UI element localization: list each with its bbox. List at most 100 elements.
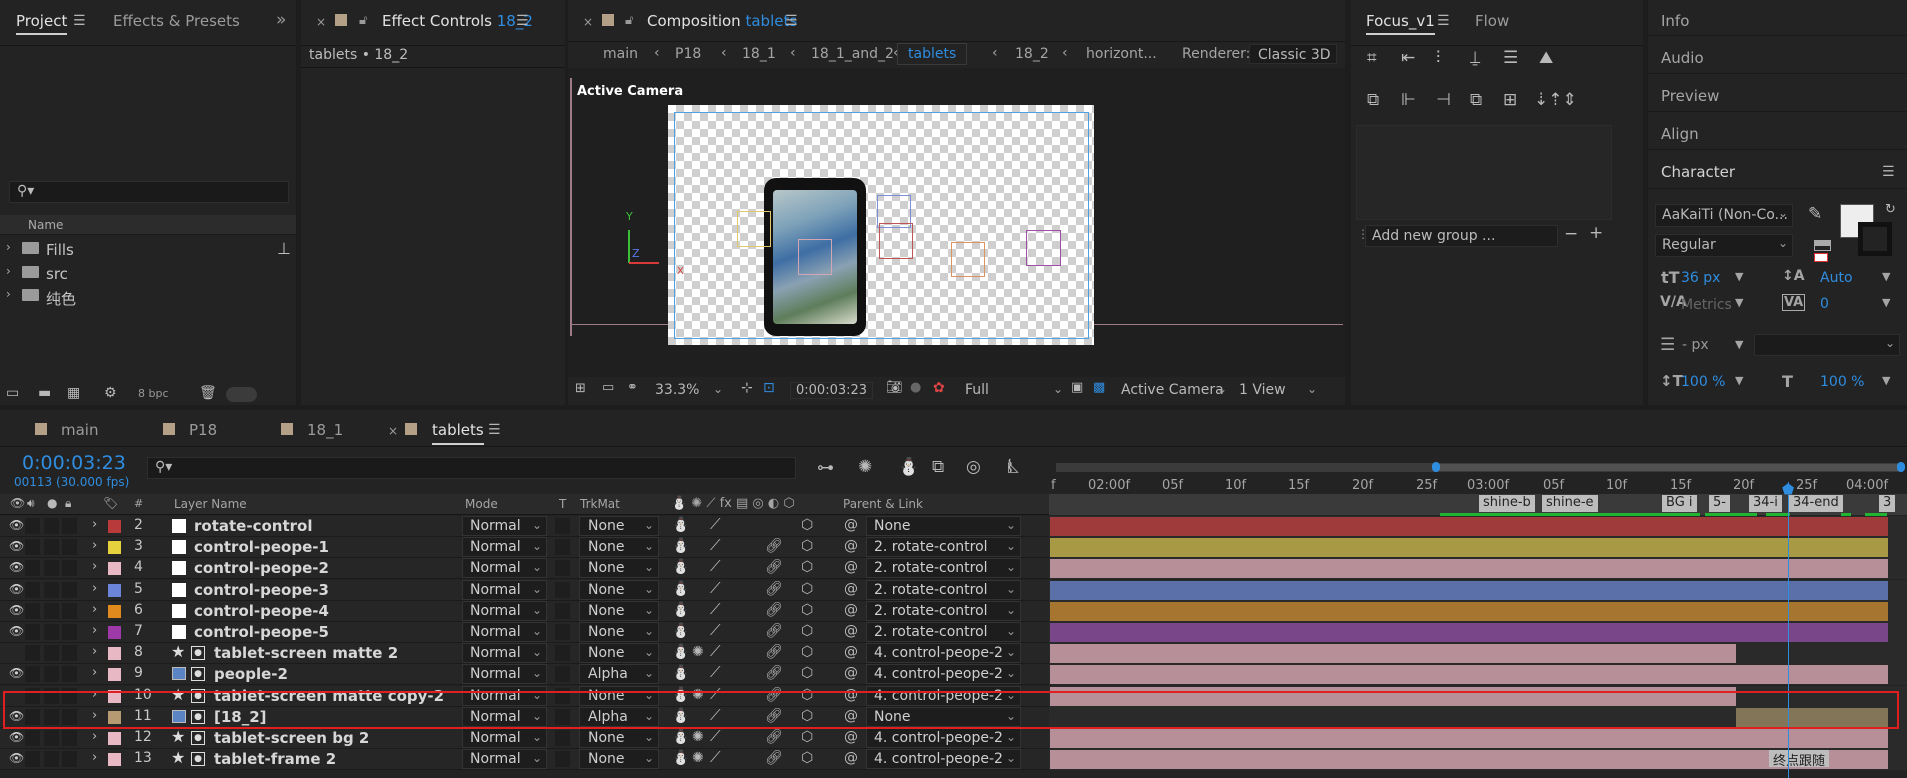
audio-panel-tab[interactable]: Audio: [1648, 37, 1907, 74]
preserve-transparency-toggle[interactable]: [555, 539, 570, 556]
mountain-icon[interactable]: ⛰: [1539, 50, 1553, 67]
parent-dropdown[interactable]: 2. rotate-control ⌄: [866, 579, 1021, 600]
info-panel-tab[interactable]: Info: [1648, 0, 1907, 36]
duplicate-icon[interactable]: ⧉: [1470, 92, 1482, 109]
caret-down-icon[interactable]: ▼: [1882, 374, 1890, 387]
caret-down-icon[interactable]: ▼: [1735, 374, 1743, 387]
parent-dropdown[interactable]: 2. rotate-control ⌄: [866, 622, 1021, 642]
align-panel-tab[interactable]: Align: [1648, 113, 1907, 150]
lock-toggle[interactable]: [62, 730, 77, 746]
layer-name[interactable]: control-peope-2: [194, 559, 329, 577]
3d-layer-switch-icon[interactable]: ⬡: [801, 603, 813, 617]
layer-name[interactable]: control-peope-3: [194, 581, 329, 599]
parent-dropdown[interactable]: None ⌄: [866, 516, 1021, 536]
viewer-timecode[interactable]: 0:00:03:23: [790, 382, 874, 399]
kerning-value[interactable]: Metrics: [1681, 297, 1732, 313]
playhead-line[interactable]: [1788, 482, 1789, 778]
layer-name[interactable]: people-2: [214, 665, 288, 683]
comp-marker[interactable]: 34-end: [1789, 495, 1843, 512]
lock-toggle[interactable]: [62, 518, 77, 534]
visibility-eye-icon[interactable]: 👁︎: [9, 561, 24, 573]
no-fill-icon[interactable]: [1814, 240, 1831, 251]
layer-track[interactable]: 终点跟随: [1049, 749, 1907, 771]
layer-track[interactable]: [1049, 664, 1907, 686]
visibility-eye-icon[interactable]: 👁︎: [9, 731, 24, 743]
mask-visibility-icon[interactable]: ⚭: [627, 381, 638, 394]
transparency-grid-icon[interactable]: ▩: [1093, 381, 1105, 394]
3d-layer-switch-icon[interactable]: ⬡: [801, 624, 813, 638]
3d-layer-switch-icon[interactable]: ⬡: [801, 666, 813, 680]
chevron-right-icon[interactable]: ›: [92, 624, 97, 637]
mode-dropdown[interactable]: Normal ⌄: [462, 600, 547, 621]
motion-blur-switch-icon[interactable]: 🔗︎: [765, 624, 783, 638]
layer-track[interactable]: [1049, 558, 1907, 580]
layer-name[interactable]: tablet-frame 2: [214, 750, 336, 768]
label-color-swatch[interactable]: [108, 732, 121, 745]
name-column-header[interactable]: Name: [28, 218, 63, 232]
control-box-purple[interactable]: [1026, 230, 1061, 266]
pick-whip-icon[interactable]: @: [844, 518, 858, 532]
project-search-input[interactable]: ⚲▾: [9, 181, 289, 203]
project-list-item[interactable]: › Fills ⊥: [0, 238, 296, 260]
mode-dropdown[interactable]: Normal ⌄: [462, 537, 547, 558]
label-color-swatch[interactable]: [108, 583, 121, 597]
menu-icon[interactable]: ☰: [516, 13, 529, 29]
eye-icon[interactable]: 👁︎: [10, 497, 25, 509]
trkmat-dropdown[interactable]: None ⌄: [579, 537, 659, 558]
composition-viewer[interactable]: Active Camera Y X Z: [568, 68, 1345, 377]
character-header[interactable]: Character ☰: [1648, 151, 1907, 189]
caret-down-icon[interactable]: ▼: [1882, 296, 1890, 309]
shy-switch-icon[interactable]: ⛄: [672, 560, 689, 574]
layer-duration-bar[interactable]: [1050, 665, 1888, 685]
layer-track[interactable]: [1049, 643, 1907, 665]
preserve-transparency-toggle[interactable]: [555, 581, 570, 598]
views-dropdown[interactable]: 1 View ⌄: [1235, 381, 1321, 401]
trkmat-dropdown[interactable]: None ⌄: [579, 622, 659, 642]
mode-dropdown[interactable]: Normal ⌄: [462, 728, 547, 748]
lock-toggle[interactable]: [62, 624, 77, 640]
collapse-switch-icon[interactable]: ✺: [692, 730, 704, 744]
interpret-footage-icon[interactable]: ▭: [6, 386, 19, 400]
tab-flow[interactable]: Flow: [1475, 12, 1509, 30]
layer-row[interactable]: 👁︎ › 13 ★ ● tablet-frame 2 Normal ⌄ None ⌄ ⛄ ✺ ⟋ 🔗︎ ⬡ @…: [0, 748, 1049, 771]
trkmat-dropdown[interactable]: None ⌄: [579, 643, 659, 664]
eyedropper-icon[interactable]: ✎: [1808, 206, 1822, 223]
layer-row[interactable]: 👁︎ › 5 control-peope-3 Normal ⌄ None ⌄ ⛄ ⟋ 🔗︎ ⬡ @2. …: [0, 579, 1049, 601]
shy-switch-icon[interactable]: ⛄: [672, 518, 689, 532]
label-color-swatch[interactable]: [108, 604, 121, 618]
marker-track[interactable]: shine-b shine-e BG i 5- 34-i 34-end 3: [1049, 494, 1907, 516]
pick-whip-icon[interactable]: @: [844, 624, 858, 638]
layer-duration-bar[interactable]: [1050, 750, 1888, 770]
audio-toggle[interactable]: [25, 751, 40, 768]
trkmat-column-header[interactable]: TrkMat: [580, 497, 620, 511]
vertical-scale-value[interactable]: 100 %: [1681, 374, 1725, 390]
comp-mini-flowchart-icon[interactable]: ⊶: [817, 460, 834, 477]
preserve-transparency-toggle[interactable]: [555, 751, 570, 768]
comp-marker[interactable]: BG i: [1662, 495, 1697, 512]
chevron-right-icon[interactable]: ›: [92, 518, 97, 531]
label-color-swatch[interactable]: [108, 668, 121, 682]
anchor-icon[interactable]: ⌗: [1367, 50, 1377, 67]
3d-layer-switch-icon[interactable]: ⬡: [801, 645, 813, 659]
layer-row[interactable]: 👁︎ › 12 ★ ● tablet-screen bg 2 Normal ⌄ None ⌄ ⛄ ✺ ⟋…: [0, 727, 1049, 749]
parent-dropdown[interactable]: 4. control-peope-2 ⌄: [866, 643, 1021, 664]
chevron-right-icon[interactable]: ›: [92, 730, 97, 743]
shy-switch-icon[interactable]: ⛄: [672, 624, 689, 638]
preserve-transparency-toggle[interactable]: [555, 602, 570, 619]
tab-effects-presets[interactable]: Effects & Presets: [113, 12, 240, 30]
preview-panel-tab[interactable]: Preview: [1648, 75, 1907, 112]
tab-18-1[interactable]: 18_1: [307, 421, 343, 439]
caret-down-icon[interactable]: ▼: [1882, 270, 1890, 283]
new-folder-icon[interactable]: ▬: [38, 386, 51, 400]
split-icon[interactable]: ⊩: [1401, 92, 1416, 109]
mode-dropdown[interactable]: Normal ⌄: [462, 558, 547, 579]
t-column-header[interactable]: T: [559, 497, 566, 511]
renderer-dropdown[interactable]: Classic 3D: [1249, 44, 1337, 64]
pick-whip-icon[interactable]: @: [844, 751, 858, 765]
parent-dropdown[interactable]: 4. control-peope-2 ⌄: [866, 749, 1021, 770]
layer-name-column-header[interactable]: Layer Name: [174, 497, 247, 511]
layer-name[interactable]: control-peope-1: [194, 538, 329, 556]
stroke-type-dropdown[interactable]: ⌄: [1754, 334, 1900, 356]
show-snapshot-icon[interactable]: ●: [910, 381, 921, 394]
font-style-dropdown[interactable]: Regular ⌄: [1655, 234, 1793, 257]
